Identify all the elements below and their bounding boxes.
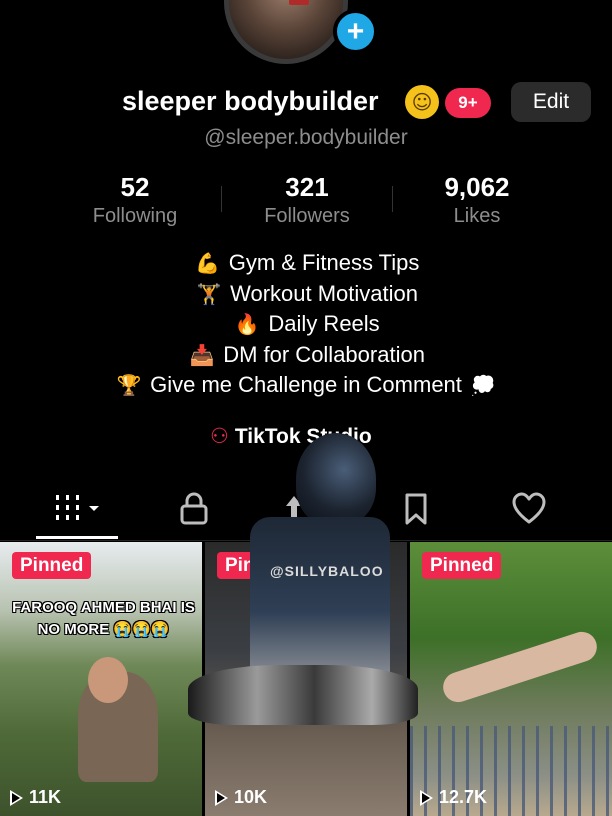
display-name: sleeper bodybuilder bbox=[122, 86, 379, 116]
bio-line: 🏋 Workout Motivation bbox=[0, 279, 612, 310]
avatar[interactable] bbox=[224, 0, 348, 64]
shushing-face-icon: ☺ bbox=[405, 85, 439, 119]
video-caption: FAROOQ AHMED BHAI IS NO MORE 😭😭😭 bbox=[12, 599, 195, 638]
trophy-icon: 🏆 bbox=[116, 373, 142, 398]
thumbnail-figure-head bbox=[88, 657, 128, 703]
followers-label: Followers bbox=[264, 205, 350, 227]
heart-icon bbox=[512, 492, 546, 523]
divider bbox=[221, 186, 222, 212]
sticker-helmet bbox=[296, 433, 376, 525]
username[interactable]: @sleeper.bodybuilder bbox=[0, 126, 612, 150]
stat-followers[interactable]: 321 Followers bbox=[227, 172, 387, 228]
video-thumbnail[interactable]: Pinned FAROOQ AHMED BHAI IS NO MORE 😭😭😭 … bbox=[0, 542, 202, 816]
profile-name-row: sleeper bodybuilder ☺ 9+ Edit bbox=[0, 82, 612, 126]
following-label: Following bbox=[92, 205, 178, 227]
active-tab-indicator bbox=[36, 536, 118, 539]
play-icon bbox=[215, 789, 228, 806]
bio-line: 💪 Gym & Fitness Tips bbox=[0, 248, 612, 279]
sticker-watermark: @SILLYBALOO bbox=[270, 563, 384, 579]
plus-icon: + bbox=[346, 14, 365, 48]
flexed-biceps-icon: 💪 bbox=[195, 251, 221, 275]
stat-likes[interactable]: 9,062 Likes bbox=[397, 172, 557, 228]
bio-line: 🔥 Daily Reels bbox=[0, 309, 612, 340]
overlay-sticker: @SILLYBALOO bbox=[188, 425, 418, 745]
pinned-badge: Pinned bbox=[422, 552, 502, 579]
weightlifter-icon: 🏋 bbox=[196, 281, 222, 306]
view-count: 12.7K bbox=[420, 787, 487, 808]
view-count: 11K bbox=[10, 787, 61, 808]
tab-videos[interactable] bbox=[48, 486, 108, 531]
notification-badge[interactable]: 9+ bbox=[445, 88, 491, 118]
likes-count: 9,062 bbox=[444, 172, 510, 202]
tab-liked[interactable] bbox=[499, 486, 559, 531]
likes-label: Likes bbox=[453, 205, 501, 227]
avatar-detail bbox=[289, 0, 309, 5]
stat-following[interactable]: 52 Following bbox=[55, 172, 215, 228]
fire-icon: 🔥 bbox=[234, 312, 260, 337]
divider bbox=[392, 186, 393, 212]
play-icon bbox=[10, 789, 23, 806]
edit-profile-button[interactable]: Edit bbox=[511, 82, 591, 122]
bio-line: 📥 DM for Collaboration bbox=[0, 340, 612, 371]
bio: 💪 Gym & Fitness Tips 🏋 Workout Motivatio… bbox=[0, 248, 612, 401]
thought-bubble-icon: 💭 bbox=[470, 373, 496, 398]
video-thumbnail[interactable]: Pinned 12.7K bbox=[410, 542, 612, 816]
pinned-badge: Pinned bbox=[12, 552, 92, 579]
play-icon bbox=[420, 789, 433, 806]
add-profile-photo-button[interactable]: + bbox=[333, 9, 378, 54]
sticker-skirt bbox=[188, 665, 418, 725]
bio-line: 🏆 Give me Challenge in Comment 💭 bbox=[0, 370, 612, 401]
view-count: 10K bbox=[215, 787, 267, 808]
profile-stats: 52 Following 321 Followers 9,062 Likes bbox=[0, 172, 612, 232]
thumbnail-figure bbox=[439, 628, 601, 706]
inbox-tray-icon: 📥 bbox=[189, 342, 215, 367]
grid-icon bbox=[56, 494, 99, 520]
following-count: 52 bbox=[120, 172, 150, 202]
followers-count: 321 bbox=[285, 172, 329, 202]
